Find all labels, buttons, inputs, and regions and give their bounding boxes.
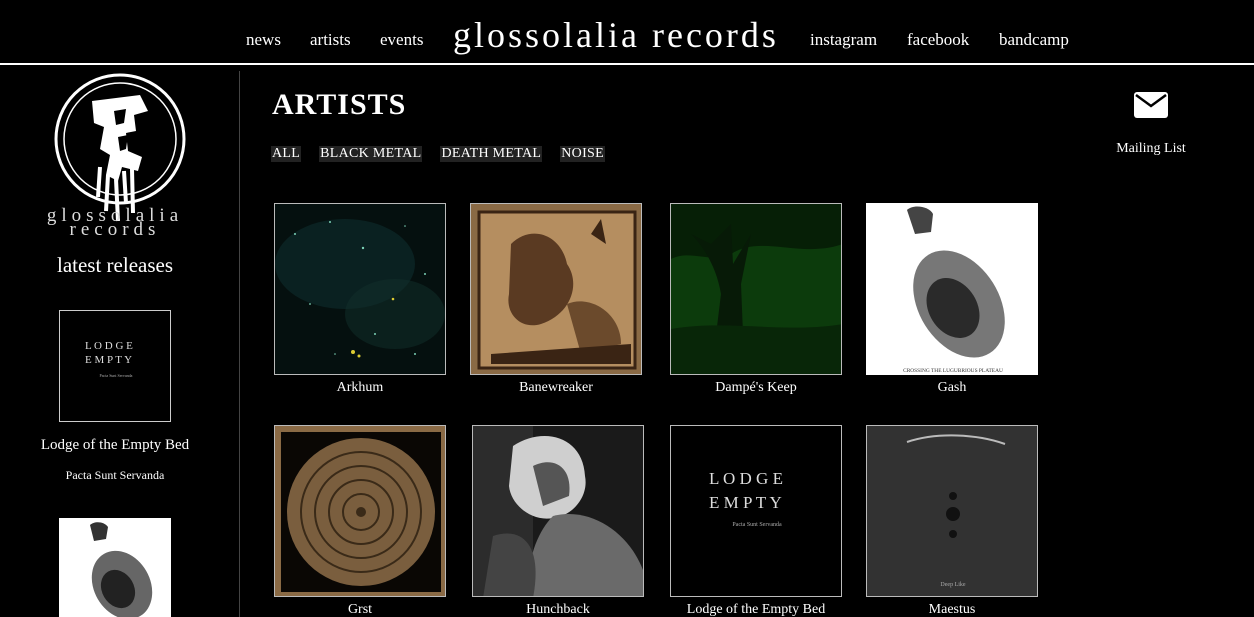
envelope-icon[interactable] <box>1134 92 1168 118</box>
release-cover-lodge-caption: Pacta Sunt Servanda <box>100 373 133 378</box>
genre-filter-bar: ALL BLACK METAL DEATH METAL NOISE <box>271 146 623 162</box>
mailing-list-link[interactable]: Mailing List <box>1112 92 1190 157</box>
artist-name[interactable]: Lodge of the Empty Bed <box>670 602 842 617</box>
nav-artists-link[interactable]: artists <box>310 30 351 50</box>
artist-card-grst[interactable]: Grst <box>274 425 446 617</box>
artist-cover[interactable]: CROSSING THE LUGUBRIOUS PLATEAU <box>866 203 1038 375</box>
svg-text:L O D G E: L O D G E <box>85 340 133 352</box>
artist-name[interactable]: Arkhum <box>274 380 446 396</box>
nav-events-link[interactable]: events <box>380 30 423 50</box>
artist-cover[interactable] <box>274 203 446 375</box>
sidebar-divider <box>239 71 240 617</box>
nav-facebook-link[interactable]: facebook <box>907 30 969 50</box>
filter-all[interactable]: ALL <box>271 146 302 162</box>
artist-card-hunchback[interactable]: Hunchback <box>472 425 644 617</box>
artist-cover[interactable]: Deep Like <box>866 425 1038 597</box>
artist-cover[interactable] <box>670 203 842 375</box>
svg-text:E M P T Y: E M P T Y <box>85 354 132 366</box>
nav-instagram-link[interactable]: instagram <box>810 30 877 50</box>
latest-releases-heading: latest releases <box>56 253 174 277</box>
nav-news-link[interactable]: news <box>246 30 281 50</box>
artist-cover[interactable] <box>274 425 446 597</box>
artist-name[interactable]: Gash <box>866 380 1038 396</box>
artist-cover[interactable]: L O D G E E M P T Y Pacta Sunt Servanda <box>670 425 842 597</box>
release-cover-gash[interactable] <box>59 518 171 617</box>
release-cover-lodge[interactable]: L O D G E E M P T Y Pacta Sunt Servanda <box>59 310 171 422</box>
filter-noise[interactable]: NOISE <box>560 146 605 162</box>
mailing-list-label[interactable]: Mailing List <box>1112 141 1190 157</box>
artist-card-maestus[interactable]: Deep Like Maestus <box>866 425 1038 617</box>
artist-name[interactable]: Banewreaker <box>470 380 642 396</box>
artist-name[interactable]: Maestus <box>866 602 1038 617</box>
release-artist-link[interactable]: Lodge of the Empty Bed <box>0 437 230 454</box>
nav-bandcamp-link[interactable]: bandcamp <box>999 30 1069 50</box>
lodge-cover-caption: Pacta Sunt Servanda <box>732 522 782 528</box>
filter-death-metal[interactable]: DEATH METAL <box>440 146 543 162</box>
brand-home-link[interactable]: glossolalia records <box>453 14 779 56</box>
artist-card-lodge-of-the-empty-bed[interactable]: L O D G E E M P T Y Pacta Sunt Servanda … <box>670 425 842 617</box>
release-title-link[interactable]: Pacta Sunt Servanda <box>0 468 230 483</box>
page-title: ARTISTS <box>272 88 407 121</box>
logo-wordmark-line2: records <box>69 219 161 240</box>
gash-cover-caption: CROSSING THE LUGUBRIOUS PLATEAU <box>903 368 1003 374</box>
artist-name[interactable]: Grst <box>274 602 446 617</box>
artist-name[interactable]: Hunchback <box>472 602 644 617</box>
artist-card-arkhum[interactable]: Arkhum <box>274 203 446 396</box>
svg-text:L O D G E: L O D G E <box>709 469 783 488</box>
maestus-cover-caption: Deep Like <box>940 582 965 588</box>
filter-black-metal[interactable]: BLACK METAL <box>319 146 423 162</box>
svg-text:E M P T Y: E M P T Y <box>709 493 782 512</box>
artist-card-gash[interactable]: CROSSING THE LUGUBRIOUS PLATEAU Gash <box>866 203 1038 396</box>
artist-cover[interactable] <box>472 425 644 597</box>
sidebar: glossolalia records latest releases L O … <box>0 65 240 617</box>
top-nav: news artists events glossolalia records … <box>0 0 1254 65</box>
artist-card-banewreaker[interactable]: Banewreaker <box>470 203 642 396</box>
artist-cover[interactable] <box>470 203 642 375</box>
artist-name[interactable]: Dampé's Keep <box>670 380 842 396</box>
artist-card-dampes-keep[interactable]: Dampé's Keep <box>670 203 842 396</box>
